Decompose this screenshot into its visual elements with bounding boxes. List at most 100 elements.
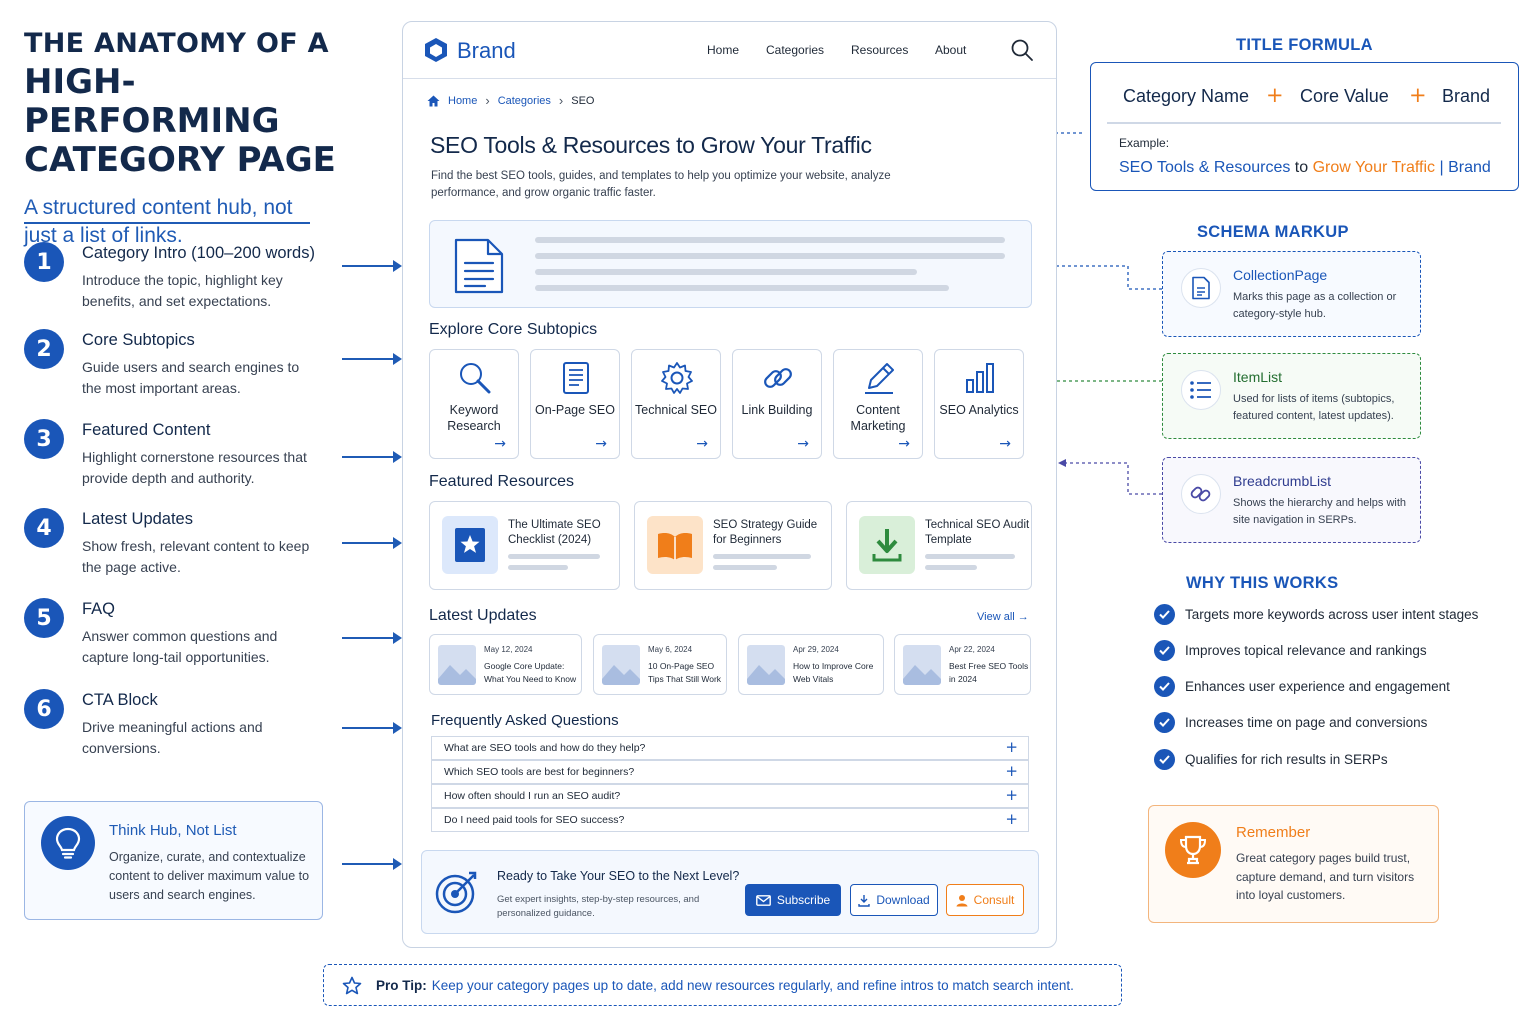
update-card[interactable]: Apr 22, 2024 Best Free SEO Tools in 2024: [894, 634, 1031, 695]
placeholder-line: [535, 253, 1005, 259]
placeholder-line: [713, 565, 777, 570]
checkmark-icon: [1154, 711, 1175, 733]
featured-card-audit-template[interactable]: Technical SEO Audit Template: [846, 501, 1032, 590]
subscribe-button[interactable]: Subscribe: [745, 884, 841, 916]
step-number-badge: 1: [24, 242, 64, 282]
nav-categories[interactable]: Categories: [766, 43, 824, 57]
subtopic-label: Keyword Research: [447, 403, 501, 434]
featured-title: Technical SEO Audit Template: [925, 519, 1030, 546]
featured-card-strategy-guide[interactable]: SEO Strategy Guide for Beginners: [634, 501, 832, 590]
brand-name[interactable]: Brand: [457, 38, 516, 64]
collection-doc-icon: [1181, 268, 1221, 308]
nav-about[interactable]: About: [935, 43, 966, 57]
formula-part-category: Category Name: [1123, 86, 1250, 106]
step-number-badge: 5: [24, 598, 64, 638]
schema-title: CollectionPage: [1233, 267, 1328, 283]
faq-item[interactable]: Which SEO tools are best for beginners? …: [431, 760, 1029, 784]
featured-card-checklist[interactable]: The Ultimate SEO Checklist (2024): [429, 501, 620, 590]
plus-icon[interactable]: +: [1005, 738, 1018, 756]
schema-desc: Marks this page as a collection or categ…: [1233, 291, 1397, 321]
user-icon: [956, 894, 968, 906]
subtopic-card-keyword-research[interactable]: Keyword Research →: [429, 349, 519, 459]
why-text: Increases time on page and conversions: [1185, 714, 1428, 730]
step-desc: Answer common questions and capture long…: [82, 628, 278, 665]
why-item: Improves topical relevance and rankings: [1154, 639, 1427, 661]
nav-home[interactable]: Home: [707, 43, 739, 57]
view-all-link[interactable]: View all →: [977, 611, 1029, 623]
category-page-mockup: Brand Home Categories Resources About Ho…: [402, 21, 1057, 948]
featured-heading: Featured Resources: [429, 473, 574, 490]
target-icon: [435, 871, 477, 914]
why-item: Enhances user experience and engagement: [1154, 675, 1450, 697]
checkmark-icon: [1154, 675, 1175, 697]
feature-thumbnail: [859, 516, 915, 574]
search-icon[interactable]: [1010, 38, 1034, 62]
step-number-badge: 6: [24, 689, 64, 729]
update-title: How to Improve Core Web Vitals: [793, 661, 874, 685]
chevron-right-icon: ›: [558, 93, 564, 108]
step-number-badge: 4: [24, 508, 64, 548]
faq-item[interactable]: Do I need paid tools for SEO success? +: [431, 808, 1029, 832]
plus-icon[interactable]: +: [1005, 810, 1018, 828]
example-core-value: Grow Your Traffic: [1312, 159, 1436, 176]
hub-card-desc: Organize, curate, and contextualize cont…: [109, 850, 310, 902]
breadcrumb-home[interactable]: Home: [448, 95, 477, 107]
arrow-right-icon: [342, 537, 402, 549]
schema-heading: SCHEMA MARKUP: [1197, 223, 1349, 241]
title-line-2-text: HIGH-PERFORMING: [24, 62, 280, 142]
update-title: 10 On-Page SEO Tips That Still Work: [648, 661, 722, 685]
nav-resources[interactable]: Resources: [851, 43, 908, 57]
arrow-right-icon: →: [999, 436, 1011, 452]
formula-part-brand: Brand: [1442, 86, 1491, 106]
arrow-right-icon: [342, 722, 402, 734]
subtopic-label: Content Marketing: [850, 403, 906, 434]
cta-block: Ready to Take Your SEO to the Next Level…: [421, 850, 1039, 934]
pro-tip-label: Pro Tip:: [376, 977, 427, 993]
example-connector: to: [1290, 159, 1313, 176]
subtopic-card-content-marketing[interactable]: Content Marketing →: [833, 349, 923, 459]
step-desc: Show fresh, relevant content to keep the…: [82, 538, 310, 575]
update-card[interactable]: May 6, 2024 10 On-Page SEO Tips That Sti…: [593, 634, 727, 695]
subtopic-card-technical-seo[interactable]: Technical SEO →: [631, 349, 721, 459]
step-desc: Drive meaningful actions and conversions…: [82, 719, 263, 756]
breadcrumb-categories[interactable]: Categories: [498, 95, 551, 107]
star-outline-icon: [342, 976, 362, 994]
subtopic-card-on-page-seo[interactable]: On-Page SEO →: [530, 349, 620, 459]
schema-title: ItemList: [1233, 369, 1283, 385]
step-title: Category Intro (100–200 words): [82, 244, 315, 262]
update-card[interactable]: May 12, 2024 Google Core Update: What Yo…: [429, 634, 582, 695]
download-button[interactable]: Download: [850, 884, 938, 916]
page-intro: Find the best SEO tools, guides, and tem…: [431, 170, 891, 200]
cta-desc: Get expert insights, step-by-step resour…: [497, 894, 700, 920]
plus-icon: +: [1409, 83, 1427, 107]
plus-icon[interactable]: +: [1005, 786, 1018, 804]
pencil-icon: [865, 363, 894, 394]
checkmark-icon: [1154, 603, 1175, 625]
home-icon[interactable]: [427, 95, 440, 107]
example-label: Example:: [1119, 136, 1170, 150]
feature-thumbnail: [647, 516, 703, 574]
subscribe-label: Subscribe: [776, 893, 831, 907]
step-desc: Introduce the topic, highlight key benef…: [82, 272, 283, 309]
consult-button[interactable]: Consult: [946, 884, 1024, 916]
example-title: SEO Tools & Resources to Grow Your Traff…: [1119, 159, 1491, 177]
faq-item[interactable]: What are SEO tools and how do they help?…: [431, 736, 1029, 760]
faq-question: How often should I run an SEO audit?: [444, 790, 621, 802]
update-title: Google Core Update: What You Need to Kno…: [484, 661, 577, 685]
subtopic-card-link-building[interactable]: Link Building →: [732, 349, 822, 459]
star-icon: [455, 528, 485, 562]
plus-icon[interactable]: +: [1005, 762, 1018, 780]
faq-item[interactable]: How often should I run an SEO audit? +: [431, 784, 1029, 808]
brand-logo-icon[interactable]: [423, 37, 449, 63]
intro-content-block: [429, 220, 1032, 308]
trophy-icon: [1165, 822, 1221, 878]
update-date: Apr 29, 2024: [793, 645, 839, 654]
update-card[interactable]: Apr 29, 2024 How to Improve Core Web Vit…: [738, 634, 884, 695]
arrow-right-icon: [342, 451, 402, 463]
example-brand: Brand: [1448, 159, 1491, 176]
infographic-title: THE ANATOMY OF A HIGH-PERFORMING CATEGOR…: [24, 28, 354, 249]
subtopic-card-seo-analytics[interactable]: SEO Analytics →: [934, 349, 1024, 459]
subtopic-label: Technical SEO: [635, 403, 717, 417]
arrow-right-icon: →: [898, 436, 910, 452]
featured-title: The Ultimate SEO Checklist (2024): [508, 519, 601, 546]
